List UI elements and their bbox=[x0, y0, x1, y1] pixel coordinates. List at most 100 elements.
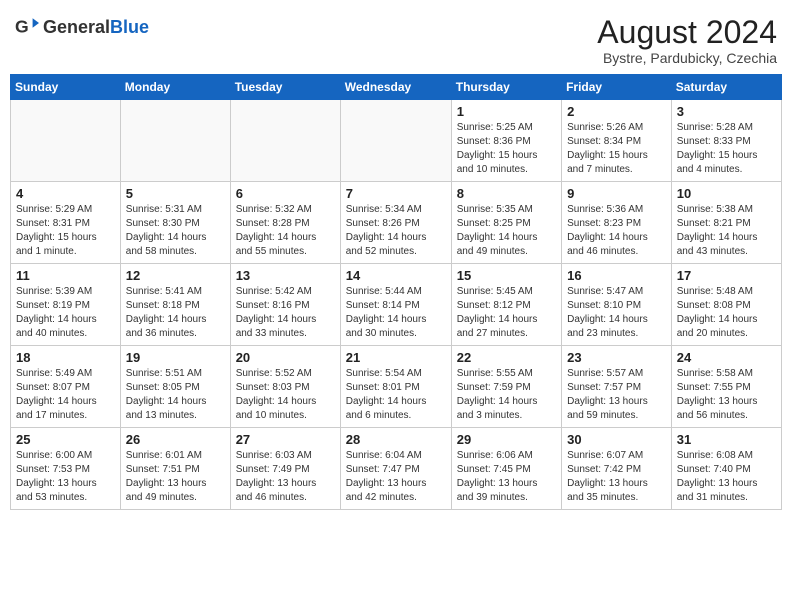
day-info: Sunrise: 6:04 AM Sunset: 7:47 PM Dayligh… bbox=[346, 449, 446, 505]
day-number: 20 bbox=[236, 350, 335, 365]
day-info: Sunrise: 5:39 AM Sunset: 8:19 PM Dayligh… bbox=[16, 285, 115, 341]
day-number: 11 bbox=[16, 268, 115, 283]
day-info: Sunrise: 5:42 AM Sunset: 8:16 PM Dayligh… bbox=[236, 285, 335, 341]
calendar-cell: 5Sunrise: 5:31 AM Sunset: 8:30 PM Daylig… bbox=[120, 182, 230, 264]
day-info: Sunrise: 5:35 AM Sunset: 8:25 PM Dayligh… bbox=[457, 203, 556, 259]
calendar-cell: 11 Sunrise: 5:39 AM Sunset: 8:19 PM Dayli… bbox=[11, 264, 121, 346]
calendar-week-2: 4 Sunrise: 5:29 AM Sunset: 8:31 PM Daylig… bbox=[11, 182, 782, 264]
calendar-cell: 1Sunrise: 5:25 AM Sunset: 8:36 PM Daylig… bbox=[451, 100, 561, 182]
calendar-cell: 2Sunrise: 5:26 AM Sunset: 8:34 PM Daylig… bbox=[562, 100, 672, 182]
day-info: Sunrise: 5:57 AM Sunset: 7:57 PM Dayligh… bbox=[567, 367, 666, 423]
calendar-cell: 26 Sunrise: 6:01 AM Sunset: 7:51 PM Dayli… bbox=[120, 428, 230, 510]
calendar-cell: 23 Sunrise: 5:57 AM Sunset: 7:57 PM Dayli… bbox=[562, 346, 672, 428]
calendar-cell: 13 Sunrise: 5:42 AM Sunset: 8:16 PM Dayli… bbox=[230, 264, 340, 346]
column-header-wednesday: Wednesday bbox=[340, 75, 451, 100]
day-info: Sunrise: 6:01 AM Sunset: 7:51 PM Dayligh… bbox=[126, 449, 225, 505]
day-info: Sunrise: 5:54 AM Sunset: 8:01 PM Dayligh… bbox=[346, 367, 446, 423]
day-info: Sunrise: 5:31 AM Sunset: 8:30 PM Dayligh… bbox=[126, 203, 225, 259]
day-info: Sunrise: 5:48 AM Sunset: 8:08 PM Dayligh… bbox=[677, 285, 776, 341]
calendar-cell: 18Sunrise: 5:49 AM Sunset: 8:07 PM Dayli… bbox=[11, 346, 121, 428]
day-number: 9 bbox=[567, 186, 666, 201]
day-info: Sunrise: 5:29 AM Sunset: 8:31 PM Dayligh… bbox=[16, 203, 115, 259]
day-number: 26 bbox=[126, 432, 225, 447]
day-info: Sunrise: 5:28 AM Sunset: 8:33 PM Dayligh… bbox=[677, 121, 776, 177]
day-number: 12 bbox=[126, 268, 225, 283]
day-number: 1 bbox=[457, 104, 556, 119]
calendar-cell: 25Sunrise: 6:00 AM Sunset: 7:53 PM Dayli… bbox=[11, 428, 121, 510]
calendar-cell bbox=[340, 100, 451, 182]
day-info: Sunrise: 5:41 AM Sunset: 8:18 PM Dayligh… bbox=[126, 285, 225, 341]
day-info: Sunrise: 6:08 AM Sunset: 7:40 PM Dayligh… bbox=[677, 449, 776, 505]
day-number: 10 bbox=[677, 186, 776, 201]
calendar-cell: 20 Sunrise: 5:52 AM Sunset: 8:03 PM Dayli… bbox=[230, 346, 340, 428]
calendar-cell bbox=[230, 100, 340, 182]
calendar-cell: 29 Sunrise: 6:06 AM Sunset: 7:45 PM Dayli… bbox=[451, 428, 561, 510]
calendar-week-5: 25Sunrise: 6:00 AM Sunset: 7:53 PM Dayli… bbox=[11, 428, 782, 510]
calendar-cell: 28 Sunrise: 6:04 AM Sunset: 7:47 PM Dayli… bbox=[340, 428, 451, 510]
calendar-cell: 16 Sunrise: 5:47 AM Sunset: 8:10 PM Dayli… bbox=[562, 264, 672, 346]
day-number: 21 bbox=[346, 350, 446, 365]
logo-blue-text: Blue bbox=[110, 17, 149, 37]
day-number: 24 bbox=[677, 350, 776, 365]
calendar-cell bbox=[120, 100, 230, 182]
calendar-cell: 15Sunrise: 5:45 AM Sunset: 8:12 PM Dayli… bbox=[451, 264, 561, 346]
calendar-cell: 8 Sunrise: 5:35 AM Sunset: 8:25 PM Daylig… bbox=[451, 182, 561, 264]
day-number: 28 bbox=[346, 432, 446, 447]
day-number: 7 bbox=[346, 186, 446, 201]
calendar-cell: 24Sunrise: 5:58 AM Sunset: 7:55 PM Dayli… bbox=[671, 346, 781, 428]
day-number: 27 bbox=[236, 432, 335, 447]
calendar-cell: 14Sunrise: 5:44 AM Sunset: 8:14 PM Dayli… bbox=[340, 264, 451, 346]
calendar-cell: 31 Sunrise: 6:08 AM Sunset: 7:40 PM Dayli… bbox=[671, 428, 781, 510]
column-header-monday: Monday bbox=[120, 75, 230, 100]
calendar-cell: 7 Sunrise: 5:34 AM Sunset: 8:26 PM Daylig… bbox=[340, 182, 451, 264]
calendar-cell: 19 Sunrise: 5:51 AM Sunset: 8:05 PM Dayli… bbox=[120, 346, 230, 428]
column-header-tuesday: Tuesday bbox=[230, 75, 340, 100]
day-number: 8 bbox=[457, 186, 556, 201]
day-number: 17 bbox=[677, 268, 776, 283]
day-info: Sunrise: 5:55 AM Sunset: 7:59 PM Dayligh… bbox=[457, 367, 556, 423]
day-number: 22 bbox=[457, 350, 556, 365]
calendar-cell: 22 Sunrise: 5:55 AM Sunset: 7:59 PM Dayli… bbox=[451, 346, 561, 428]
day-number: 29 bbox=[457, 432, 556, 447]
calendar-week-1: 1Sunrise: 5:25 AM Sunset: 8:36 PM Daylig… bbox=[11, 100, 782, 182]
day-number: 13 bbox=[236, 268, 335, 283]
logo: G GeneralBlue bbox=[15, 15, 149, 39]
title-area: August 2024 Bystre, Pardubicky, Czechia bbox=[597, 15, 777, 66]
calendar-cell: 3Sunrise: 5:28 AM Sunset: 8:33 PM Daylig… bbox=[671, 100, 781, 182]
day-info: Sunrise: 5:44 AM Sunset: 8:14 PM Dayligh… bbox=[346, 285, 446, 341]
day-number: 4 bbox=[16, 186, 115, 201]
calendar-week-3: 11 Sunrise: 5:39 AM Sunset: 8:19 PM Dayli… bbox=[11, 264, 782, 346]
day-number: 2 bbox=[567, 104, 666, 119]
day-info: Sunrise: 6:03 AM Sunset: 7:49 PM Dayligh… bbox=[236, 449, 335, 505]
calendar-week-4: 18Sunrise: 5:49 AM Sunset: 8:07 PM Dayli… bbox=[11, 346, 782, 428]
day-info: Sunrise: 5:38 AM Sunset: 8:21 PM Dayligh… bbox=[677, 203, 776, 259]
day-info: Sunrise: 5:52 AM Sunset: 8:03 PM Dayligh… bbox=[236, 367, 335, 423]
day-info: Sunrise: 6:06 AM Sunset: 7:45 PM Dayligh… bbox=[457, 449, 556, 505]
day-info: Sunrise: 5:34 AM Sunset: 8:26 PM Dayligh… bbox=[346, 203, 446, 259]
month-title: August 2024 bbox=[597, 15, 777, 50]
day-number: 25 bbox=[16, 432, 115, 447]
calendar-cell: 12 Sunrise: 5:41 AM Sunset: 8:18 PM Dayli… bbox=[120, 264, 230, 346]
page-header: G GeneralBlue August 2024 Bystre, Pardub… bbox=[10, 10, 782, 66]
day-number: 30 bbox=[567, 432, 666, 447]
calendar-cell: 6Sunrise: 5:32 AM Sunset: 8:28 PM Daylig… bbox=[230, 182, 340, 264]
calendar-table: SundayMondayTuesdayWednesdayThursdayFrid… bbox=[10, 74, 782, 510]
svg-text:G: G bbox=[15, 17, 29, 37]
day-info: Sunrise: 5:51 AM Sunset: 8:05 PM Dayligh… bbox=[126, 367, 225, 423]
calendar-cell: 10 Sunrise: 5:38 AM Sunset: 8:21 PM Dayli… bbox=[671, 182, 781, 264]
day-info: Sunrise: 6:07 AM Sunset: 7:42 PM Dayligh… bbox=[567, 449, 666, 505]
column-header-friday: Friday bbox=[562, 75, 672, 100]
day-number: 19 bbox=[126, 350, 225, 365]
day-number: 6 bbox=[236, 186, 335, 201]
day-number: 31 bbox=[677, 432, 776, 447]
day-number: 16 bbox=[567, 268, 666, 283]
day-number: 23 bbox=[567, 350, 666, 365]
calendar-cell bbox=[11, 100, 121, 182]
day-info: Sunrise: 5:36 AM Sunset: 8:23 PM Dayligh… bbox=[567, 203, 666, 259]
calendar-cell: 30 Sunrise: 6:07 AM Sunset: 7:42 PM Dayli… bbox=[562, 428, 672, 510]
day-info: Sunrise: 5:45 AM Sunset: 8:12 PM Dayligh… bbox=[457, 285, 556, 341]
day-info: Sunrise: 5:47 AM Sunset: 8:10 PM Dayligh… bbox=[567, 285, 666, 341]
logo-icon: G bbox=[15, 15, 39, 39]
location-subtitle: Bystre, Pardubicky, Czechia bbox=[597, 50, 777, 66]
calendar-cell: 9 Sunrise: 5:36 AM Sunset: 8:23 PM Daylig… bbox=[562, 182, 672, 264]
